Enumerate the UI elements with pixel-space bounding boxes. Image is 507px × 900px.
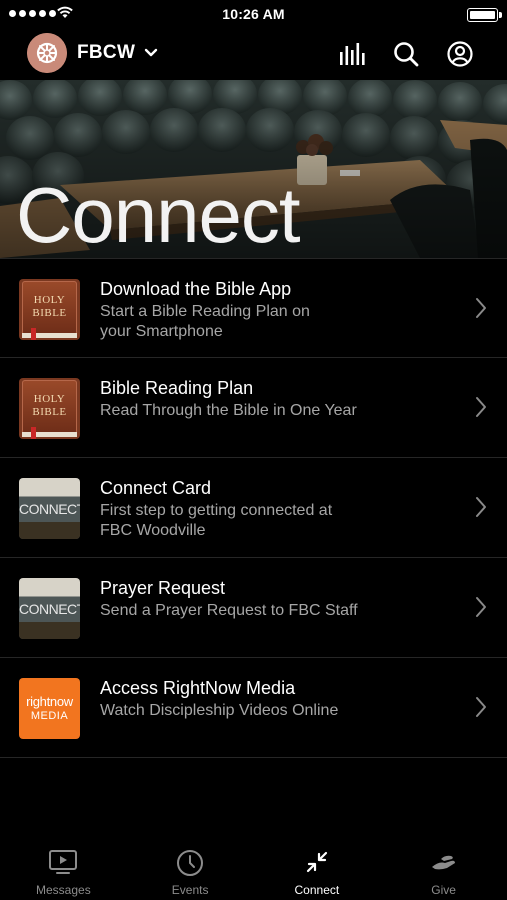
giving-hand-icon	[431, 855, 455, 870]
collapse-arrows-icon	[306, 851, 327, 873]
tv-play-icon	[49, 850, 78, 874]
item-title: Access RightNow Media	[100, 678, 296, 698]
chevron-right-icon	[476, 697, 486, 717]
item-subtitle: Read Through the Bible in One Year	[100, 402, 357, 419]
tab-connect[interactable]: Connect	[254, 840, 381, 900]
item-subtitle: Watch Discipleship Videos Online	[100, 702, 339, 719]
church-logo[interactable]	[27, 33, 67, 73]
item-title: Connect Card	[100, 478, 212, 498]
battery-icon	[467, 8, 502, 22]
audio-bars-icon[interactable]	[338, 39, 368, 69]
chevron-right-icon	[476, 497, 486, 517]
tab-bar: Messages Events Connect Give	[0, 840, 507, 900]
tab-label: Events	[171, 883, 209, 897]
list-item-bible-reading-plan[interactable]: HOLY BIBLE Bible Reading Plan Read Throu…	[0, 358, 507, 458]
hero-banner: Connect	[0, 80, 507, 258]
list-item-prayer-request[interactable]: CONNECT Prayer Request Send a Prayer Req…	[0, 558, 507, 658]
tab-messages[interactable]: Messages	[0, 840, 127, 900]
thumb-text: HOLY	[33, 393, 66, 405]
item-subtitle: Send a Prayer Request to FBC Staff	[100, 602, 358, 619]
app-header: FBCW	[0, 28, 507, 80]
thumb-text: HOLY	[33, 294, 66, 306]
status-bar: 10:26 AM	[0, 0, 507, 28]
chevron-down-icon[interactable]	[142, 44, 160, 62]
thumb-text: MEDIA	[30, 710, 69, 722]
status-time: 10:26 AM	[222, 6, 285, 22]
hero-title: Connect	[16, 171, 301, 258]
church-logo-mark-icon	[27, 33, 67, 73]
tab-label: Connect	[294, 883, 340, 897]
clock-icon	[177, 850, 204, 876]
chevron-right-icon	[476, 298, 486, 318]
list-item-download-bible-app[interactable]: HOLY BIBLE Download the Bible App Start …	[0, 258, 507, 358]
thumb-text: CONNECT	[19, 601, 80, 617]
connect-thumbnail: CONNECT	[19, 478, 80, 539]
holy-bible-thumbnail: HOLY BIBLE	[19, 378, 80, 439]
search-icon[interactable]	[391, 39, 421, 69]
profile-icon[interactable]	[445, 39, 475, 69]
brand-name[interactable]: FBCW	[77, 42, 135, 64]
chevron-right-icon	[476, 597, 486, 617]
list-item-connect-card[interactable]: CONNECT Connect Card First step to getti…	[0, 458, 507, 558]
connect-thumbnail: CONNECT	[19, 578, 80, 639]
list-item-rightnow-media[interactable]: rightnow MEDIA Access RightNow Media Wat…	[0, 658, 507, 758]
thumb-text: rightnow	[26, 694, 73, 709]
thumb-text: BIBLE	[32, 406, 67, 418]
item-title: Bible Reading Plan	[100, 378, 254, 398]
connect-list: HOLY BIBLE Download the Bible App Start …	[0, 258, 507, 758]
item-title: Download the Bible App	[100, 279, 292, 299]
rightnow-media-logo: rightnow MEDIA	[19, 678, 80, 739]
thumb-text: CONNECT	[19, 501, 80, 517]
tab-give[interactable]: Give	[380, 840, 507, 900]
item-subtitle: Start a Bible Reading Plan on your Smart…	[100, 303, 310, 340]
chevron-right-icon	[476, 397, 486, 417]
tab-events[interactable]: Events	[127, 840, 254, 900]
item-title: Prayer Request	[100, 578, 226, 598]
holy-bible-thumbnail: HOLY BIBLE	[19, 279, 80, 340]
item-subtitle: First step to getting connected at FBC W…	[100, 502, 333, 539]
tab-label: Give	[431, 883, 456, 897]
thumb-text: BIBLE	[32, 307, 67, 319]
tab-label: Messages	[36, 883, 91, 897]
